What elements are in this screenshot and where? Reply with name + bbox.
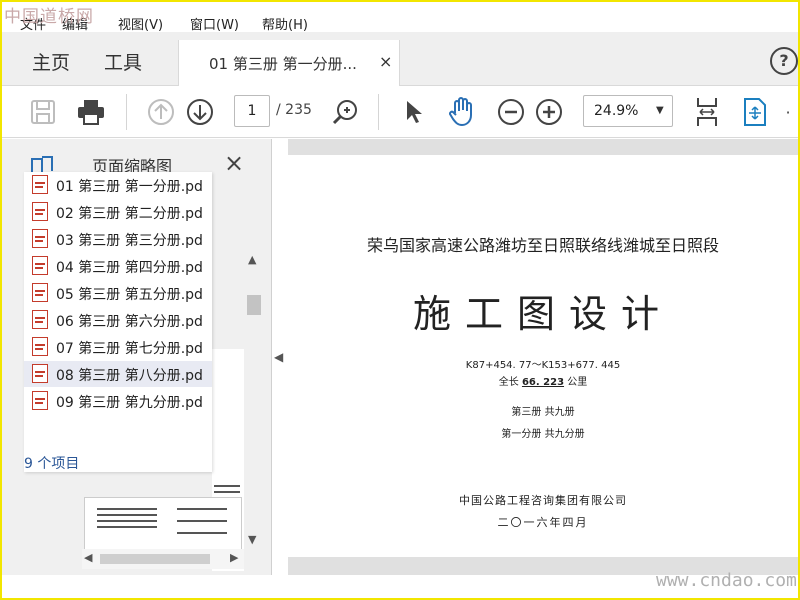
select-cursor-icon[interactable] — [398, 97, 428, 127]
list-item[interactable]: 09 第三册 第九分册.pd — [24, 388, 212, 414]
document-tab-label: 01 第三册 第一分册... — [209, 55, 357, 73]
zoom-select[interactable]: 24.9% ▼ — [583, 95, 673, 127]
pdf-file-icon — [32, 364, 48, 383]
thumbnail-panel: 页面缩略图 × ▲ ▼ ◀ ▶ 01 第三册 第一分册.pd 02 第三册 第二… — [2, 139, 272, 575]
vertical-scrollbar[interactable]: ▲ ▼ — [244, 251, 264, 551]
document-volume: 第三册 共九册 — [511, 407, 575, 418]
file-name: 08 第三册 第八分册.pd — [56, 368, 203, 384]
menu-window[interactable]: 窗口(W) — [190, 14, 239, 32]
print-icon[interactable] — [76, 97, 106, 127]
file-name: 04 第三册 第四分册.pd — [56, 260, 203, 276]
next-page-icon[interactable] — [185, 97, 215, 127]
toolbar-divider — [126, 94, 127, 130]
tab-document[interactable]: 01 第三册 第一分册... × — [178, 40, 400, 86]
zoom-value: 24.9% — [594, 103, 639, 119]
close-tab-icon[interactable]: × — [379, 52, 392, 71]
chevron-down-icon: ▼ — [656, 105, 664, 116]
file-name: 03 第三册 第三分册.pd — [56, 233, 203, 249]
file-name: 01 第三册 第一分册.pd — [56, 179, 203, 195]
document-viewer[interactable]: 荣乌国家高速公路潍坊至日照联络线潍城至日照段 施工图设计 K87+454. 77… — [288, 139, 798, 575]
scroll-right-icon[interactable]: ▶ — [230, 551, 238, 564]
document-part: 第一分册 共九分册 — [501, 429, 585, 440]
scroll-thumb[interactable] — [247, 295, 261, 315]
tab-bar: 主页 工具 01 第三册 第一分册... × ? — [2, 32, 798, 86]
length-prefix: 全长 — [498, 377, 522, 388]
list-item[interactable]: 04 第三册 第四分册.pd — [24, 253, 212, 279]
tab-tools[interactable]: 工具 — [104, 48, 142, 75]
scroll-down-icon[interactable]: ▼ — [248, 533, 256, 546]
tab-home[interactable]: 主页 — [32, 48, 70, 75]
pdf-file-icon — [32, 229, 48, 248]
prev-page-icon[interactable] — [146, 97, 176, 127]
pdf-file-icon — [32, 175, 48, 194]
page-number-input[interactable]: 1 — [234, 95, 270, 127]
file-name: 09 第三册 第九分册.pd — [56, 395, 203, 411]
document-company: 中国公路工程咨询集团有限公司 — [459, 494, 627, 507]
list-item[interactable]: 03 第三册 第三分册.pd — [24, 226, 212, 252]
file-name: 06 第三册 第六分册.pd — [56, 314, 203, 330]
save-icon[interactable] — [28, 97, 58, 127]
pdf-file-icon — [32, 283, 48, 302]
document-range: K87+454. 77～K153+677. 445 — [465, 360, 621, 371]
file-list: 01 第三册 第一分册.pd 02 第三册 第二分册.pd 03 第三册 第三分… — [24, 172, 212, 472]
document-date: 二〇一六年四月 — [497, 516, 589, 529]
list-item[interactable]: 05 第三册 第五分册.pd — [24, 280, 212, 306]
toolbar-divider — [378, 94, 379, 130]
item-count: 9 个项目 — [24, 456, 80, 472]
watermark-url: www.cndao.com — [656, 570, 797, 591]
file-name: 07 第三册 第七分册.pd — [56, 341, 203, 357]
menu-view[interactable]: 视图(V) — [118, 14, 163, 32]
more-tools-icon[interactable]: · — [778, 97, 798, 127]
document-page: 荣乌国家高速公路潍坊至日照联络线潍城至日照段 施工图设计 K87+454. 77… — [288, 155, 798, 557]
pdf-file-icon — [32, 310, 48, 329]
fit-page-icon[interactable] — [692, 97, 722, 127]
zoom-out-icon[interactable] — [496, 97, 526, 127]
scroll-up-icon[interactable]: ▲ — [248, 253, 256, 266]
page-total: / 235 — [276, 102, 312, 118]
document-title: 施工图设计 — [412, 292, 673, 336]
page-tools-icon[interactable] — [740, 97, 770, 127]
pdf-file-icon — [32, 337, 48, 356]
pdf-file-icon — [32, 256, 48, 275]
list-item[interactable]: 06 第三册 第六分册.pd — [24, 307, 212, 333]
menu-bar: 文件 编辑 视图(V) 窗口(W) 帮助(H) — [2, 2, 798, 32]
watermark-logo: 中国道桥网 — [4, 7, 94, 27]
list-item[interactable]: 01 第三册 第一分册.pd — [24, 172, 212, 198]
find-icon[interactable] — [330, 97, 360, 127]
hand-tool-icon[interactable] — [447, 97, 477, 127]
close-panel-icon[interactable]: × — [224, 149, 244, 177]
list-item[interactable]: 02 第三册 第二分册.pd — [24, 199, 212, 225]
zoom-in-icon[interactable] — [534, 97, 564, 127]
length-unit: 公里 — [564, 377, 588, 388]
file-name: 05 第三册 第五分册.pd — [56, 287, 203, 303]
list-item[interactable]: 07 第三册 第七分册.pd — [24, 334, 212, 360]
collapse-panel-icon[interactable]: ◀ — [274, 350, 283, 364]
help-icon[interactable]: ? — [770, 47, 798, 75]
document-subtitle: 荣乌国家高速公路潍坊至日照联络线潍城至日照段 — [366, 236, 719, 255]
menu-help[interactable]: 帮助(H) — [262, 14, 308, 32]
scroll-thumb[interactable] — [100, 554, 210, 564]
scroll-left-icon[interactable]: ◀ — [84, 551, 92, 564]
pdf-file-icon — [32, 202, 48, 221]
document-length: 全长 66. 223 公里 — [288, 373, 798, 388]
length-value: 66. 223 — [521, 377, 565, 388]
pdf-file-icon — [32, 391, 48, 410]
horizontal-scrollbar[interactable]: ◀ ▶ — [82, 549, 244, 569]
toolbar: 1 / 235 24.9% ▼ · — [2, 86, 798, 138]
list-item-selected[interactable]: 08 第三册 第八分册.pd — [24, 361, 212, 387]
file-name: 02 第三册 第二分册.pd — [56, 206, 203, 222]
